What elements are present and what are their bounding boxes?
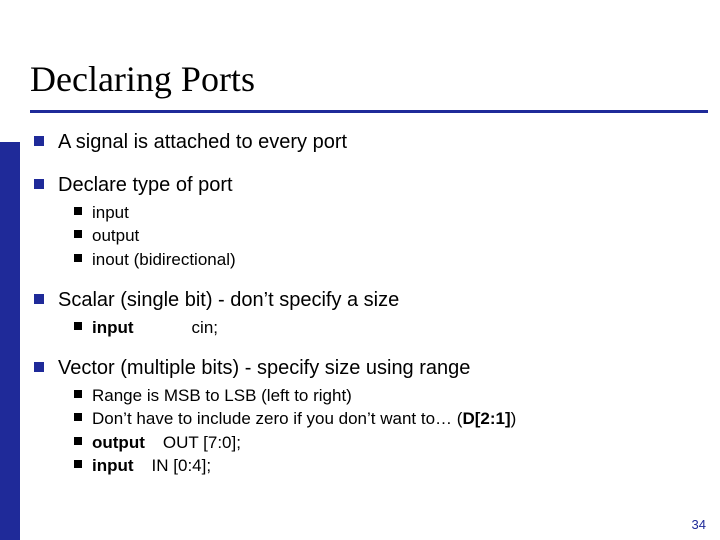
left-rail — [0, 142, 20, 540]
sublist-port-types: input output inout (bidirectional) — [58, 202, 698, 270]
sub-text-c: ) — [511, 409, 517, 428]
sublist-scalar: input cin; — [58, 317, 698, 338]
keyword-output: output — [92, 433, 145, 452]
decl-text: OUT [7:0]; — [163, 433, 241, 452]
sub-text: Range is MSB to LSB (left to right) — [92, 386, 352, 405]
sub-input-decl: input IN [0:4]; — [72, 455, 698, 476]
bullet-text: Scalar (single bit) - don’t specify a si… — [58, 289, 399, 311]
sub-input: input — [72, 202, 698, 223]
title-underline — [30, 110, 708, 113]
sub-text: input — [92, 203, 129, 222]
sub-range-zero: Don’t have to include zero if you don’t … — [72, 408, 698, 429]
page-number: 34 — [692, 517, 706, 532]
bullet-declare-type: Declare type of port input output inout … — [30, 173, 698, 270]
sub-output: output — [72, 225, 698, 246]
sub-text: inout (bidirectional) — [92, 250, 236, 269]
sublist-vector: Range is MSB to LSB (left to right) Don’… — [58, 385, 698, 476]
sub-text: output — [92, 226, 139, 245]
decl-text: IN [0:4]; — [152, 456, 212, 475]
keyword-input: input — [92, 318, 134, 337]
decl-text: cin; — [192, 318, 218, 337]
keyword-input: input — [92, 456, 134, 475]
sub-output-decl: output OUT [7:0]; — [72, 432, 698, 453]
example-range: D[2:1] — [462, 409, 510, 428]
bullet-text: A signal is attached to every port — [58, 131, 347, 153]
sub-range-msb-lsb: Range is MSB to LSB (left to right) — [72, 385, 698, 406]
bullet-vector: Vector (multiple bits) - specify size us… — [30, 356, 698, 476]
sub-scalar-decl: input cin; — [72, 317, 698, 338]
slide: Declaring Ports A signal is attached to … — [0, 0, 720, 540]
sub-text-a: Don’t have to include zero if you don’t … — [92, 409, 462, 428]
bullet-scalar: Scalar (single bit) - don’t specify a si… — [30, 288, 698, 338]
bullet-signal: A signal is attached to every port — [30, 130, 698, 155]
bullet-text: Declare type of port — [58, 174, 233, 196]
bullet-text: Vector (multiple bits) - specify size us… — [58, 357, 470, 379]
slide-title: Declaring Ports — [30, 58, 255, 100]
sub-inout: inout (bidirectional) — [72, 249, 698, 270]
bullet-list: A signal is attached to every port Decla… — [30, 130, 698, 478]
